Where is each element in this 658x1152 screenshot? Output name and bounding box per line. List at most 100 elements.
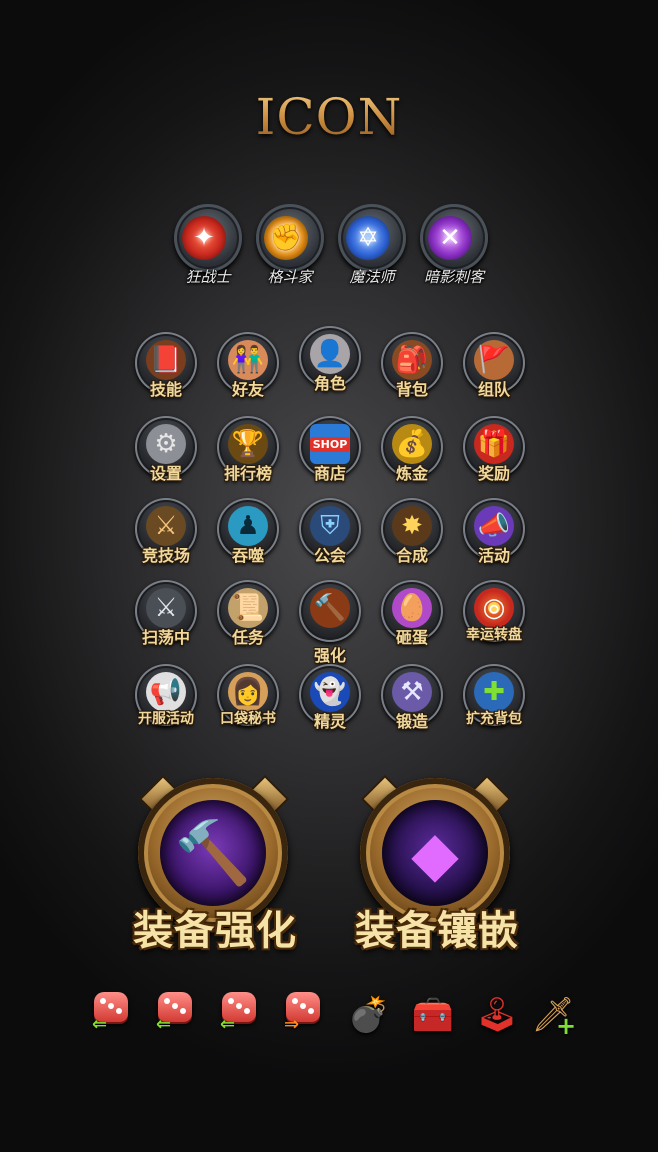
feature-enhance[interactable]: 🔨 强化 — [290, 578, 370, 665]
feature-alchemy[interactable]: 💰 炼金 — [372, 414, 452, 494]
sweep-swords-icon: ⚔ — [146, 588, 186, 628]
feature-label: 技能 — [149, 380, 182, 399]
class-mage[interactable]: ✡ 魔法师 — [334, 204, 410, 294]
fighter-emblem-icon: ✊ — [264, 216, 308, 260]
feature-skill[interactable]: 📕 技能 — [126, 330, 206, 410]
big-button-label: 装备强化 — [133, 908, 297, 954]
feature-label: 砸蛋 — [395, 628, 428, 647]
gear-icon: ⚙ — [146, 424, 186, 464]
feature-label: 任务 — [231, 628, 264, 647]
feature-label: 好友 — [231, 380, 264, 399]
feature-devour[interactable]: ♟ 吞噬 — [208, 496, 288, 576]
feature-label: 口袋秘书 — [220, 711, 276, 727]
class-assassin[interactable]: ✕ 暗影刺客 — [416, 204, 492, 294]
class-label: 魔法师 — [349, 268, 395, 286]
feature-label: 吞噬 — [231, 546, 264, 565]
egg-icon: 🥚 — [392, 588, 432, 628]
shop-icon: SHOP — [309, 424, 351, 464]
class-label: 格斗家 — [267, 268, 313, 286]
feature-lucky-wheel[interactable]: ◎ 幸运转盘 — [454, 578, 534, 658]
megaphone-icon: 📣 — [474, 506, 514, 546]
class-label: 狂战士 — [185, 268, 231, 286]
feature-forge[interactable]: ⚒ 锻造 — [372, 662, 452, 742]
combine-star-icon: ✸ — [392, 506, 432, 546]
skull-bomb-icon[interactable]: 💣 — [344, 990, 394, 1042]
gift-box-icon: 🎁 — [474, 424, 514, 464]
joystick-icon[interactable]: 🕹 — [472, 990, 522, 1042]
dice-arrow-right-icon[interactable]: ⇒ — [280, 990, 330, 1042]
feature-label: 排行榜 — [223, 464, 272, 483]
treasure-chest-icon[interactable]: 🧰 — [408, 990, 458, 1042]
feature-guild[interactable]: ⛨ 公会 — [290, 496, 370, 576]
spirit-hood-icon: 👻 — [310, 672, 350, 712]
feature-combine[interactable]: ✸ 合成 — [372, 496, 452, 576]
feature-label: 角色 — [313, 374, 346, 393]
class-berserker[interactable]: ✦ 狂战士 — [170, 204, 246, 294]
arrow-left-icon: ⇐ — [92, 1014, 108, 1035]
feature-team[interactable]: 🚩 组队 — [454, 330, 534, 410]
feature-label: 竞技场 — [141, 546, 190, 565]
feature-character[interactable]: 👤 角色 — [290, 324, 370, 404]
skill-book-icon: 📕 — [146, 340, 186, 380]
berserker-emblem-icon: ✦ — [182, 216, 226, 260]
feature-label: 开服活动 — [138, 711, 194, 727]
dice-arrow-left-icon[interactable]: ⇐ — [152, 990, 202, 1042]
feature-spirit[interactable]: 👻 精灵 — [290, 662, 370, 742]
shop-sign: SHOP — [309, 436, 351, 452]
mini-icon-row: ⇐ ⇐ ⇐ ⇒ 💣 🧰 🕹 🗡 + — [88, 990, 578, 1046]
feature-pocket-secretary[interactable]: 👩 口袋秘书 — [208, 662, 288, 742]
feature-label: 锻造 — [395, 712, 428, 731]
feature-sweep[interactable]: ⚔ 扫荡中 — [126, 578, 206, 658]
feature-label: 奖励 — [477, 464, 510, 483]
secretary-girl-icon: 👩 — [228, 672, 268, 712]
gold-coins-icon: 💰 — [392, 424, 432, 464]
class-label: 暗影刺客 — [423, 268, 484, 286]
plus-icon: + — [556, 1012, 577, 1040]
feature-quest[interactable]: 📜 任务 — [208, 578, 288, 658]
feature-shop[interactable]: SHOP 商店 — [290, 414, 370, 494]
feature-label: 设置 — [149, 464, 182, 483]
feature-label: 活动 — [477, 546, 510, 565]
feature-label: 扩充背包 — [466, 711, 522, 727]
expand-bag-icon: ✚ — [474, 672, 514, 712]
arrow-left-icon: ⇐ — [156, 1014, 172, 1035]
dice-arrow-left-icon[interactable]: ⇐ — [88, 990, 138, 1042]
class-fighter[interactable]: ✊ 格斗家 — [252, 204, 328, 294]
equip-enhance-button[interactable]: 🔨 装备强化 — [110, 770, 320, 960]
enhance-hammer-icon: 🔨 — [310, 588, 350, 628]
launch-horn-icon: 📢 — [146, 672, 186, 712]
devour-figure-icon: ♟ — [228, 506, 268, 546]
feature-event[interactable]: 📣 活动 — [454, 496, 534, 576]
feature-label: 背包 — [395, 380, 428, 399]
character-portrait-icon: 👤 — [310, 334, 350, 374]
feature-leaderboard[interactable]: 🏆 排行榜 — [208, 414, 288, 494]
big-button-label: 装备镶嵌 — [355, 908, 519, 954]
purple-gem-icon: ◆ — [382, 800, 488, 906]
arrow-left-icon: ⇐ — [220, 1014, 236, 1035]
crossed-swords-icon: ⚔ — [146, 506, 186, 546]
feature-label: 炼金 — [395, 464, 428, 483]
feature-label: 公会 — [313, 546, 346, 565]
feature-label: 扫荡中 — [141, 628, 190, 647]
feature-settings[interactable]: ⚙ 设置 — [126, 414, 206, 494]
quest-scroll-icon: 📜 — [228, 588, 268, 628]
team-flag-icon: 🚩 — [474, 340, 514, 380]
feature-backpack[interactable]: 🎒 背包 — [372, 330, 452, 410]
feature-smash-egg[interactable]: 🥚 砸蛋 — [372, 578, 452, 658]
backpack-icon: 🎒 — [392, 340, 432, 380]
feature-expand-bag[interactable]: ✚ 扩充背包 — [454, 662, 534, 742]
feature-reward[interactable]: 🎁 奖励 — [454, 414, 534, 494]
guild-shield-icon: ⛨ — [310, 506, 350, 546]
feature-label: 精灵 — [313, 712, 346, 731]
feature-arena[interactable]: ⚔ 竞技场 — [126, 496, 206, 576]
forge-axe-icon: ⚒ — [392, 672, 432, 712]
feature-friends[interactable]: 👫 好友 — [208, 330, 288, 410]
feature-launch-event[interactable]: 📢 开服活动 — [126, 662, 206, 742]
feature-icon-grid: 📕 技能 👫 好友 👤 角色 🎒 背包 🚩 组队 ⚙ 设置 🏆 排行榜 SHOP — [126, 326, 546, 731]
add-sword-icon[interactable]: 🗡 + — [528, 990, 578, 1042]
mage-emblem-icon: ✡ — [346, 216, 390, 260]
assassin-emblem-icon: ✕ — [428, 216, 472, 260]
class-emblem-row: ✦ 狂战士 ✊ 格斗家 ✡ 魔法师 ✕ 暗影刺客 — [170, 204, 500, 294]
dice-arrow-left-icon[interactable]: ⇐ — [216, 990, 266, 1042]
equip-inlay-button[interactable]: ◆ 装备镶嵌 — [332, 770, 542, 960]
